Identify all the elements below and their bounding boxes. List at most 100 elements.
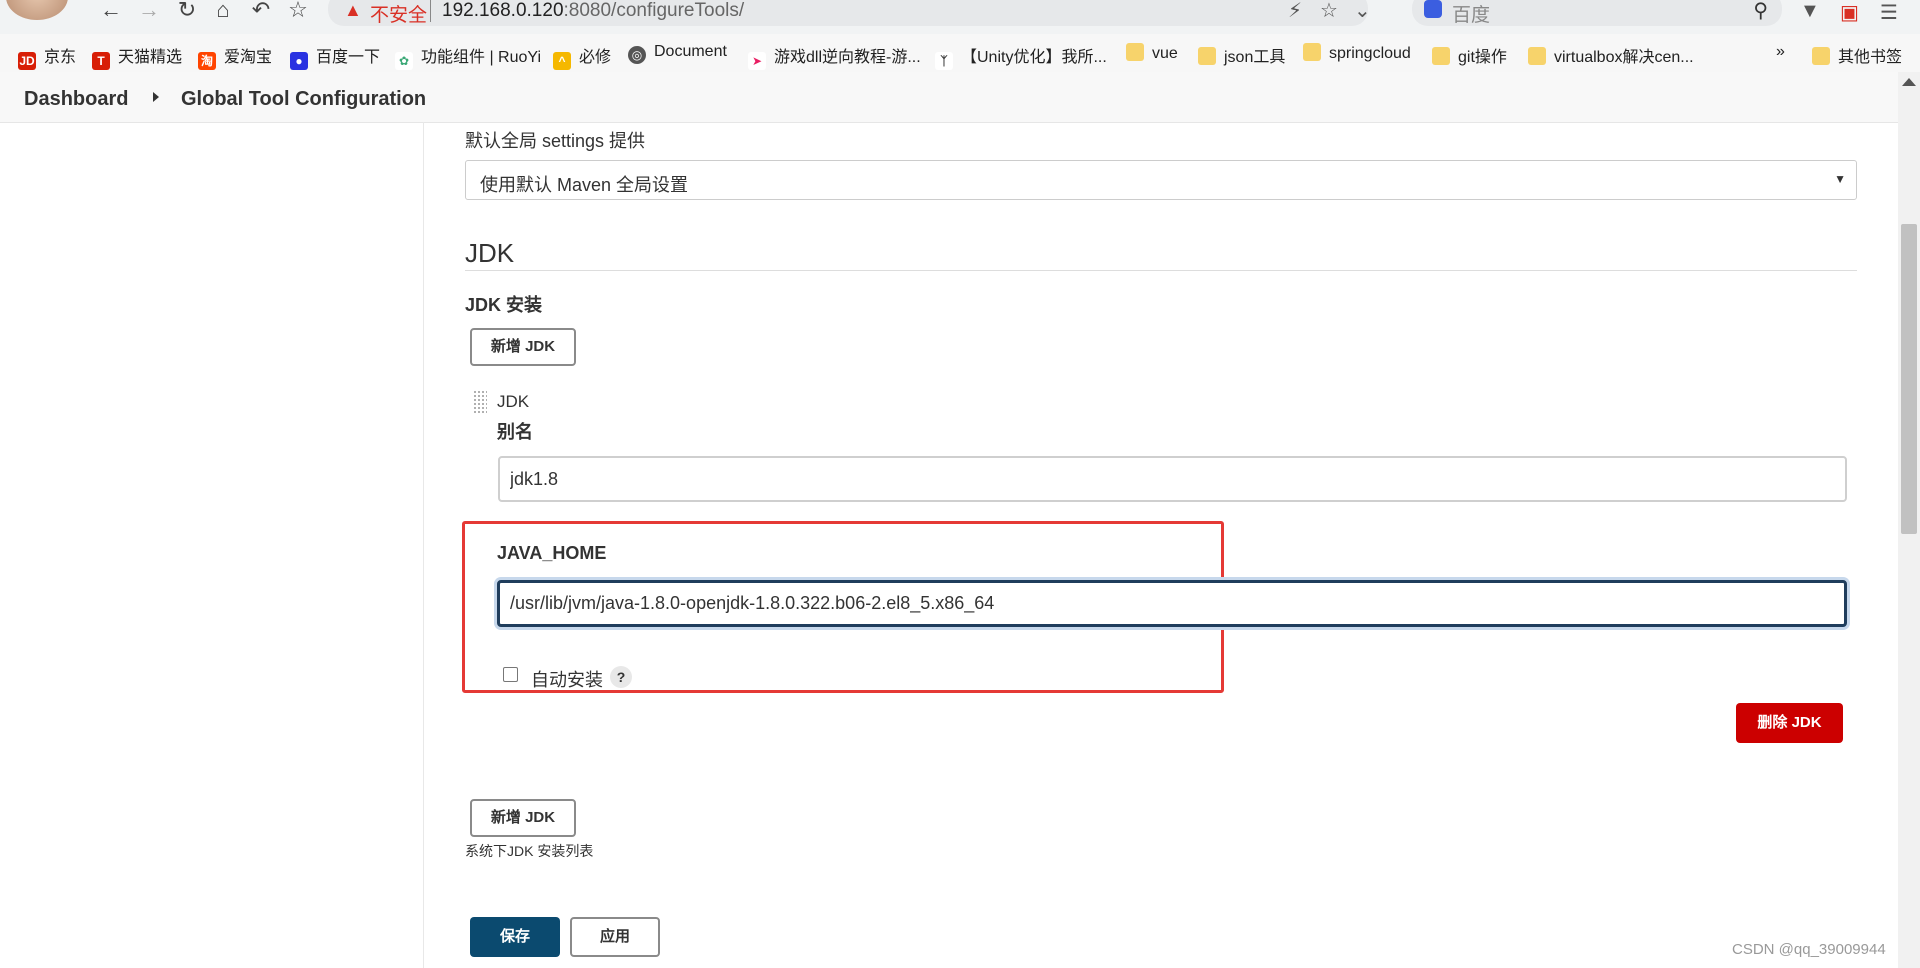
security-warning[interactable]: 不安全 (370, 0, 427, 27)
bookmark-document[interactable]: ◎ Document (628, 43, 727, 64)
bookmark-virtualbox[interactable]: virtualbox解决cen... (1528, 43, 1694, 66)
bookmark-unity[interactable]: ᛉ 【Unity优化】我所... (935, 43, 1107, 70)
auto-install-checkbox[interactable] (503, 667, 518, 682)
drag-handle-icon[interactable] (473, 390, 487, 414)
add-jdk-button-bottom[interactable]: 新增 JDK (470, 799, 576, 837)
breadcrumb-dashboard[interactable]: Dashboard (24, 88, 128, 111)
baidu-icon (1424, 0, 1442, 18)
unity-icon: ᛉ (935, 52, 953, 70)
java-home-label: JAVA_HOME (497, 543, 607, 563)
favorite-star-icon[interactable]: ☆ (1320, 0, 1338, 23)
url-path: :8080/configureTools/ (563, 0, 745, 21)
global-settings-select[interactable]: 使用默认 Maven 全局设置 ▼ (465, 160, 1857, 200)
java-home-input[interactable] (497, 580, 1847, 627)
bookmark-jd[interactable]: JD 京东 (18, 43, 77, 70)
bookmark-baidu[interactable]: ● 百度一下 (290, 43, 381, 70)
tmall-icon: T (92, 52, 110, 70)
bookmark-label: 【Unity优化】我所... (961, 49, 1107, 66)
folder-icon (1303, 43, 1321, 61)
bookmark-label: 必修 (579, 49, 612, 66)
chevron-down-icon[interactable]: ⌄ (1354, 0, 1371, 23)
folder-icon (1198, 47, 1216, 65)
sidebar-divider (423, 122, 424, 968)
taobao-icon: 淘 (198, 52, 216, 70)
reload-icon[interactable]: ↻ (174, 0, 200, 22)
bookmark-label: git操作 (1458, 49, 1507, 66)
bookmark-label: 京东 (44, 49, 77, 66)
warning-triangle-icon: ▲ (344, 0, 362, 20)
pdf-icon[interactable]: ▣ (1840, 0, 1859, 25)
bookmark-label: 百度一下 (316, 49, 381, 66)
apply-button[interactable]: 应用 (570, 917, 660, 957)
jdk-install-label: JDK 安装 (465, 295, 543, 315)
jd-icon: JD (18, 52, 36, 70)
bookmark-ruoyi[interactable]: ✿ 功能组件 | RuoYi (395, 43, 542, 70)
bookmark-vue[interactable]: vue (1126, 43, 1178, 63)
jdk-item-header: JDK (497, 392, 530, 411)
bookmark-label: 功能组件 | RuoYi (421, 49, 542, 66)
undo-icon[interactable]: ↶ (248, 0, 274, 22)
save-button[interactable]: 保存 (470, 917, 560, 957)
alias-input[interactable] (498, 456, 1847, 502)
scrollbar-thumb[interactable] (1901, 224, 1917, 534)
globe-icon: ◎ (628, 46, 646, 64)
url-text[interactable]: 192.168.0.120:8080/configureTools/ (442, 0, 744, 22)
address-separator (430, 0, 431, 22)
bookmark-label: 爱淘宝 (224, 49, 273, 66)
profile-avatar[interactable] (6, 0, 68, 20)
extension-v-icon[interactable]: ▼ (1800, 0, 1820, 23)
menu-icon[interactable]: ☰ (1880, 0, 1898, 25)
back-icon[interactable]: ← (98, 0, 124, 22)
folder-icon (1528, 47, 1546, 65)
jdk-list-hint: 系统下JDK 安装列表 (465, 843, 594, 859)
breadcrumb-arrow-icon[interactable] (153, 92, 159, 102)
search-input[interactable]: 百度 (1452, 0, 1490, 27)
bookmark-tmall[interactable]: T 天猫精选 (92, 43, 183, 70)
bookmark-game-dll[interactable]: ➤ 游戏dll逆向教程-游... (748, 43, 921, 70)
bookmark-taobao[interactable]: 淘爱淘宝 (198, 43, 273, 70)
section-divider (465, 270, 1857, 271)
bookmark-star-icon[interactable]: ☆ (285, 0, 311, 22)
bookmark-label: json工具 (1224, 49, 1286, 66)
url-host: 192.168.0.120 (442, 0, 564, 21)
breadcrumb-current[interactable]: Global Tool Configuration (181, 88, 426, 111)
bookmark-other[interactable]: 其他书签 (1812, 43, 1903, 66)
bookmark-springcloud[interactable]: springcloud (1303, 43, 1411, 63)
forward-icon[interactable]: → (136, 0, 162, 22)
bixiu-icon: ^ (553, 52, 571, 70)
bookmarks-overflow[interactable]: » (1776, 43, 1785, 63)
breadcrumb: Dashboard Global Tool Configuration (0, 72, 1898, 123)
scroll-up-icon[interactable] (1902, 78, 1916, 86)
search-icon[interactable]: ⚲ (1753, 0, 1768, 23)
search-box[interactable]: 百度 ⚲ (1412, 0, 1782, 26)
chevron-down-icon: ▼ (1834, 172, 1846, 186)
folder-icon (1812, 47, 1830, 65)
global-settings-label: 默认全局 settings 提供 (465, 131, 646, 151)
auto-install-label: 自动安装 (531, 670, 603, 690)
home-icon[interactable]: ⌂ (210, 0, 236, 22)
bookmark-label: vue (1152, 45, 1178, 62)
folder-icon (1126, 43, 1144, 61)
alias-label: 别名 (497, 422, 533, 442)
bookmarks-bar: JD 京东 T 天猫精选 淘爱淘宝 ● 百度一下 ✿ 功能组件 | RuoYi ^ 必修 … (0, 34, 1920, 73)
baidu-paw-icon: ● (290, 52, 308, 70)
bookmark-label: 其他书签 (1838, 49, 1903, 66)
arrow-icon: ➤ (748, 52, 766, 70)
global-settings-value: 使用默认 Maven 全局设置 (480, 175, 689, 195)
lightning-icon[interactable]: ⚡︎ (1288, 0, 1302, 23)
watermark: CSDN @qq_39009944 (1732, 941, 1886, 958)
bookmark-git[interactable]: git操作 (1432, 43, 1507, 66)
delete-jdk-button[interactable]: 删除 JDK (1736, 703, 1843, 743)
folder-icon (1432, 47, 1450, 65)
bookmark-label: 天猫精选 (118, 49, 183, 66)
add-jdk-button[interactable]: 新增 JDK (470, 328, 576, 366)
bookmark-label: 游戏dll逆向教程-游... (774, 49, 921, 66)
address-bar[interactable]: ▲ 不安全 192.168.0.120:8080/configureTools/… (328, 0, 1371, 27)
leaf-icon: ✿ (395, 52, 413, 70)
vertical-scrollbar[interactable] (1898, 72, 1920, 968)
help-icon[interactable]: ? (610, 666, 632, 688)
bookmark-bixiu[interactable]: ^ 必修 (553, 43, 612, 70)
bookmark-json[interactable]: json工具 (1198, 43, 1286, 66)
bookmark-label: virtualbox解决cen... (1554, 49, 1694, 66)
bookmark-label: Document (654, 43, 727, 60)
